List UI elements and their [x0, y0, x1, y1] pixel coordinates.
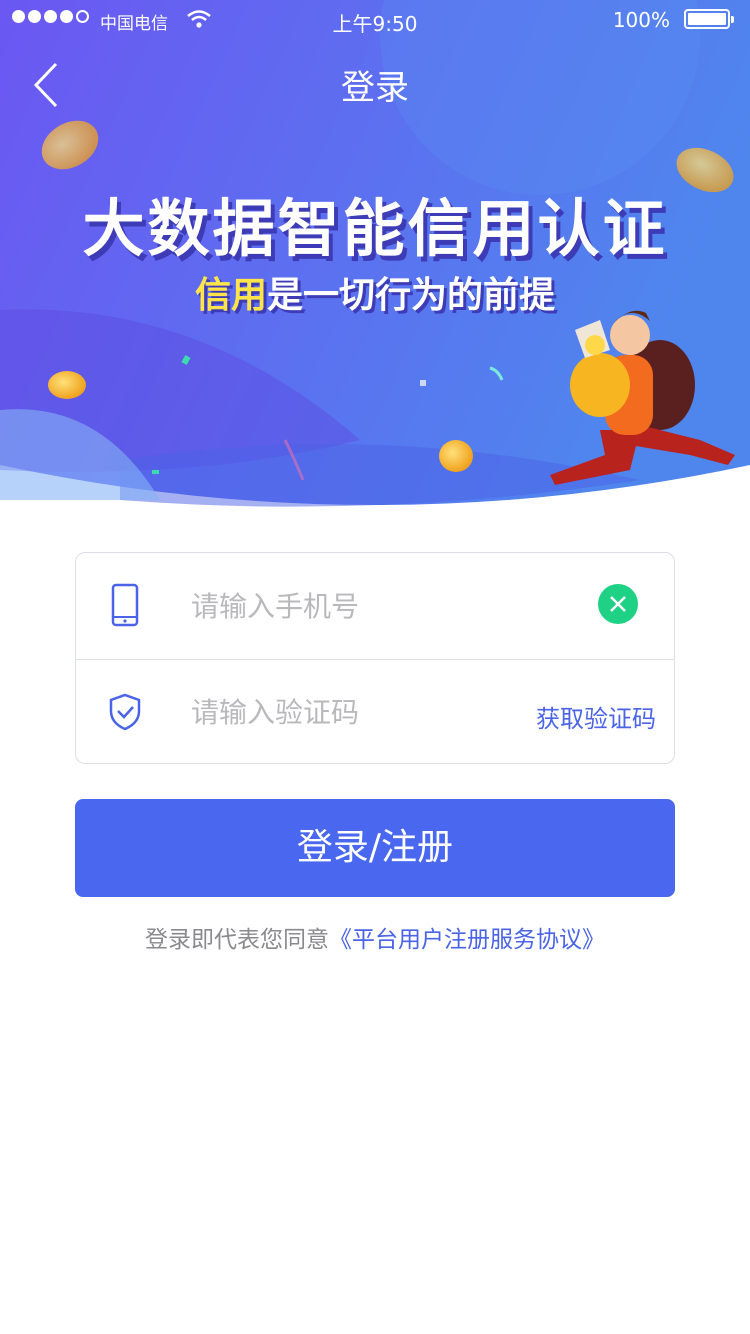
- hero-banner: 中国电信 上午9:50 100% 登录 大数据智能信用认证 信用是一切行为的前提: [0, 0, 750, 520]
- phone-input[interactable]: 请输入手机号: [191, 585, 359, 625]
- get-code-button[interactable]: 获取验证码: [536, 699, 656, 734]
- agreement-text: 登录即代表您同意《平台用户注册服务协议》: [0, 920, 750, 954]
- hero-subline-highlight: 信用: [194, 275, 267, 316]
- agreement-link[interactable]: 《平台用户注册服务协议》: [329, 927, 605, 953]
- close-icon: [610, 596, 626, 612]
- login-register-button[interactable]: 登录/注册: [75, 799, 675, 897]
- phone-icon: [111, 583, 139, 627]
- page-title: 登录: [341, 68, 409, 108]
- code-row: 请输入验证码 获取验证码: [76, 659, 674, 765]
- shield-check-icon: [109, 693, 141, 731]
- battery-percent: 100%: [612, 8, 670, 32]
- battery-icon: [684, 9, 734, 29]
- hero-headline: 大数据智能信用认证: [82, 192, 668, 265]
- hero-subline-text: 是一切行为的前提: [267, 275, 556, 316]
- clear-input-button[interactable]: [598, 584, 638, 624]
- phone-row: 请输入手机号: [76, 553, 674, 660]
- status-bar: 中国电信 上午9:50 100%: [0, 0, 750, 40]
- login-form: 请输入手机号 请输入验证码 获取验证码: [75, 552, 675, 764]
- hero-subline: 信用是一切行为的前提: [0, 266, 750, 318]
- code-input[interactable]: 请输入验证码: [191, 691, 359, 731]
- agreement-prefix: 登录即代表您同意: [145, 927, 329, 953]
